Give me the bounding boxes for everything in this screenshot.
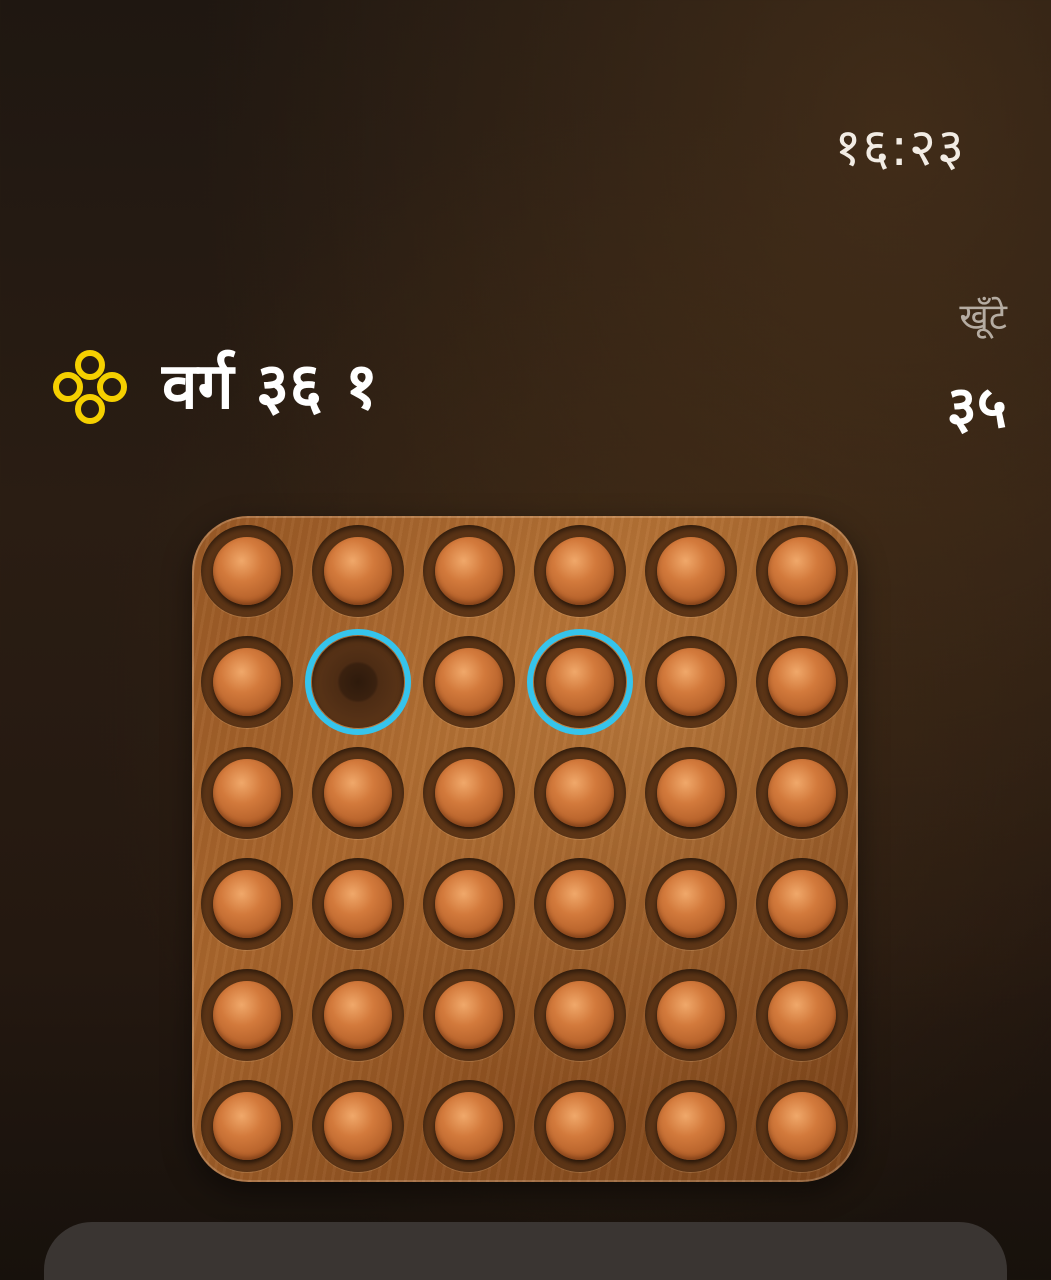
peg[interactable] — [213, 981, 281, 1049]
peg[interactable] — [546, 759, 614, 827]
peg[interactable] — [546, 981, 614, 1049]
board-hole[interactable] — [645, 1080, 737, 1172]
peg[interactable] — [324, 870, 392, 938]
board-hole[interactable] — [201, 636, 293, 728]
board-hole[interactable] — [756, 636, 848, 728]
board-hole[interactable] — [201, 525, 293, 617]
peg[interactable] — [213, 537, 281, 605]
board-hole[interactable] — [423, 525, 515, 617]
four-circles-icon — [53, 350, 127, 424]
board-hole[interactable] — [645, 525, 737, 617]
peg[interactable] — [768, 759, 836, 827]
board-hole[interactable] — [423, 858, 515, 950]
board-hole[interactable] — [645, 858, 737, 950]
peg[interactable] — [546, 1092, 614, 1160]
peg[interactable] — [657, 870, 725, 938]
level-header: वर्ग ३६ १ — [48, 345, 378, 429]
peg[interactable] — [213, 759, 281, 827]
pegs-label: खूँटे — [959, 297, 1007, 338]
board-hole[interactable] — [756, 525, 848, 617]
peg[interactable] — [768, 648, 836, 716]
peg[interactable] — [435, 537, 503, 605]
peg[interactable] — [213, 648, 281, 716]
board-hole[interactable] — [423, 636, 515, 728]
peg[interactable] — [546, 537, 614, 605]
peg[interactable] — [657, 981, 725, 1049]
level-title: वर्ग ३६ १ — [162, 350, 379, 424]
peg[interactable] — [768, 981, 836, 1049]
board-hole[interactable] — [305, 629, 411, 735]
peg[interactable] — [324, 981, 392, 1049]
pegs-counter: खूँटे ३५ — [946, 297, 1007, 441]
peg[interactable] — [435, 759, 503, 827]
peg[interactable] — [324, 537, 392, 605]
peg[interactable] — [435, 870, 503, 938]
peg[interactable] — [546, 870, 614, 938]
board-hole[interactable] — [645, 747, 737, 839]
board-hole[interactable] — [312, 858, 404, 950]
peg[interactable] — [213, 870, 281, 938]
board-hole[interactable] — [645, 969, 737, 1061]
board-hole[interactable] — [756, 747, 848, 839]
board-hole[interactable] — [534, 747, 626, 839]
bottom-panel — [44, 1222, 1007, 1280]
board-hole[interactable] — [756, 1080, 848, 1172]
board-hole[interactable] — [201, 969, 293, 1061]
peg[interactable] — [324, 1092, 392, 1160]
peg[interactable] — [768, 537, 836, 605]
board-hole[interactable] — [201, 1080, 293, 1172]
board-hole[interactable] — [645, 636, 737, 728]
board-hole[interactable] — [312, 525, 404, 617]
peg[interactable] — [657, 759, 725, 827]
board-hole[interactable] — [534, 525, 626, 617]
board-hole[interactable] — [312, 747, 404, 839]
board-hole[interactable] — [423, 969, 515, 1061]
board-hole[interactable] — [423, 1080, 515, 1172]
peg[interactable] — [657, 1092, 725, 1160]
board-hole[interactable] — [312, 969, 404, 1061]
status-time: १६:२३ — [834, 118, 965, 178]
board-hole[interactable] — [201, 858, 293, 950]
board-hole[interactable] — [756, 969, 848, 1061]
peg[interactable] — [435, 648, 503, 716]
selection-ring — [305, 629, 411, 735]
board-hole[interactable] — [312, 1080, 404, 1172]
board-hole[interactable] — [423, 747, 515, 839]
board-hole[interactable] — [756, 858, 848, 950]
peg[interactable] — [657, 537, 725, 605]
peg[interactable] — [435, 981, 503, 1049]
peg[interactable] — [324, 759, 392, 827]
board-hole[interactable] — [534, 1080, 626, 1172]
board-hole[interactable] — [534, 858, 626, 950]
board-hole[interactable] — [527, 629, 633, 735]
board-hole[interactable] — [201, 747, 293, 839]
peg[interactable] — [768, 1092, 836, 1160]
peg[interactable] — [546, 648, 614, 716]
board-hole[interactable] — [534, 969, 626, 1061]
peg[interactable] — [435, 1092, 503, 1160]
peg-board — [192, 516, 858, 1182]
peg[interactable] — [213, 1092, 281, 1160]
peg[interactable] — [768, 870, 836, 938]
pegs-count: ३५ — [946, 373, 1007, 441]
peg[interactable] — [657, 648, 725, 716]
